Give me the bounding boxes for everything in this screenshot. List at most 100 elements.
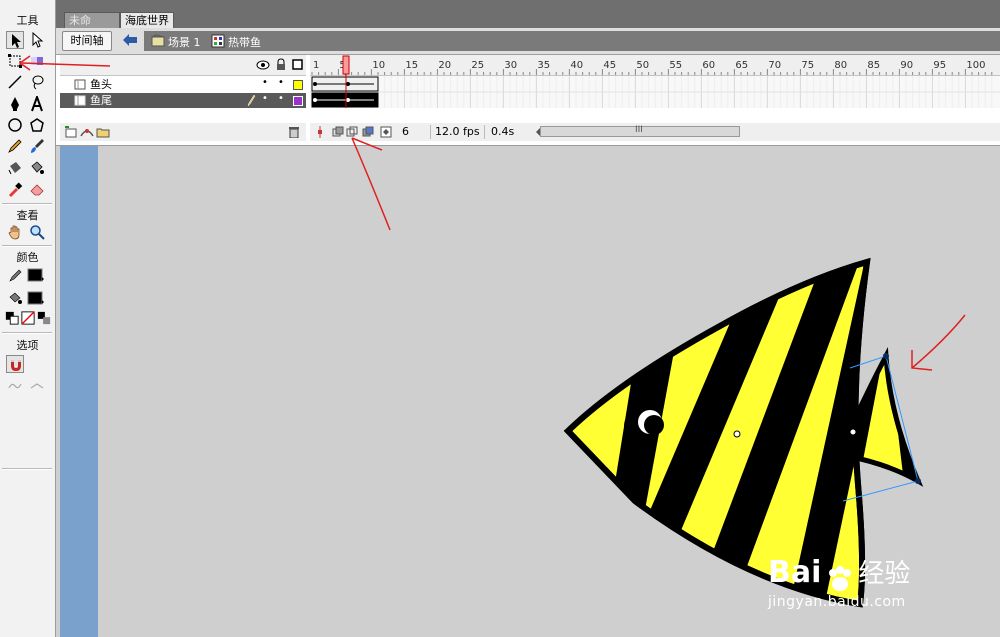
- ruler-tick-label: 35: [537, 60, 551, 71]
- outline-icon[interactable]: [292, 59, 303, 70]
- tools-title: 工具: [16, 14, 39, 27]
- pencil-edit-icon: [247, 94, 256, 107]
- stroke-color-pencil-icon: [6, 266, 24, 284]
- back-arrow-icon[interactable]: [120, 31, 140, 49]
- timeline-status-bar: 6 12.0 fps 0.4s III: [310, 123, 1000, 141]
- selection-tool-icon[interactable]: [6, 31, 24, 49]
- timeline-toggle-button[interactable]: 时间轴: [62, 31, 112, 51]
- modify-onion-markers-icon[interactable]: [380, 126, 392, 138]
- lasso-tool-icon[interactable]: [28, 73, 46, 91]
- pen-tool-icon[interactable]: [6, 95, 24, 113]
- edit-bar: 时间轴 场景 1 热带鱼: [56, 28, 1000, 55]
- lock-icon[interactable]: [276, 58, 286, 71]
- lock-dot[interactable]: •: [278, 75, 284, 90]
- no-color-icon[interactable]: [21, 311, 35, 325]
- breadcrumb: 场景 1 热带鱼: [144, 31, 1000, 51]
- oval-tool-icon[interactable]: [6, 116, 24, 134]
- ruler-tick-label: 15: [405, 60, 419, 71]
- document-tab-bar: 未命名-1* 海底世界*: [56, 0, 1000, 43]
- watermark-brand-cn: 经验: [858, 559, 911, 589]
- ruler-tick-label: 65: [735, 60, 749, 71]
- delete-layer-icon[interactable]: [288, 126, 300, 138]
- ruler-tick-label: 5: [339, 60, 346, 71]
- scrollbar-grip[interactable]: III: [635, 125, 643, 135]
- snap-to-objects-icon[interactable]: [6, 355, 24, 373]
- keyframe: [313, 98, 317, 102]
- polystar-tool-icon[interactable]: [28, 116, 46, 134]
- insert-layer-icon[interactable]: [64, 126, 78, 138]
- layer-header: [60, 55, 306, 76]
- layer-name[interactable]: 鱼头: [90, 77, 112, 92]
- timeline-panel: 鱼头 • • 鱼尾 • • 1 5 10 15 20 25 30 35 40 45 50 55 60 65…: [56, 55, 1000, 146]
- visibility-dot[interactable]: •: [262, 75, 268, 90]
- keyframe: [346, 98, 350, 102]
- subselection-tool-icon[interactable]: [28, 31, 46, 49]
- paint-bucket-tool-icon[interactable]: [28, 159, 46, 177]
- tab-untitled[interactable]: 未命名-1*: [64, 12, 120, 43]
- hand-tool-icon[interactable]: [6, 223, 24, 241]
- frame-rate[interactable]: 12.0 fps: [430, 125, 485, 139]
- frame-ruler[interactable]: 1 5 10 15 20 25 30 35 40 45 50 55 60 65 70 75 80 85 90 95 10…: [310, 55, 1000, 76]
- tools-separator: [2, 203, 52, 205]
- layer-controls: [60, 123, 306, 141]
- eyedropper-tool-icon[interactable]: [6, 180, 24, 198]
- ruler-tick-label: 55: [669, 60, 683, 71]
- ruler-tick-label: 85: [867, 60, 881, 71]
- text-tool-icon[interactable]: [28, 95, 46, 113]
- ruler-tick-label: 70: [768, 60, 782, 71]
- tools-separator: [2, 245, 52, 247]
- pencil-tool-icon[interactable]: [6, 137, 24, 155]
- layer-page-icon: [74, 79, 86, 90]
- eraser-tool-icon[interactable]: [28, 180, 46, 198]
- layer-name[interactable]: 鱼尾: [90, 93, 112, 108]
- insert-folder-icon[interactable]: [96, 126, 110, 138]
- frames-grid[interactable]: [310, 76, 1000, 108]
- eye-icon[interactable]: [256, 59, 270, 71]
- fill-color-swatch[interactable]: [26, 289, 46, 307]
- tab-ocean-world[interactable]: 海底世界*: [120, 12, 174, 43]
- tools-separator: [2, 332, 52, 334]
- breadcrumb-scene[interactable]: 场景 1: [168, 34, 201, 50]
- watermark-brand: Bai: [768, 555, 822, 590]
- edit-multiple-frames-icon[interactable]: [362, 126, 374, 138]
- smooth-icon[interactable]: [6, 377, 24, 395]
- ruler-tick-label: 50: [636, 60, 650, 71]
- ruler-tick-label: 75: [801, 60, 815, 71]
- add-motion-guide-icon[interactable]: [80, 126, 94, 138]
- visibility-dot[interactable]: •: [262, 91, 268, 106]
- center-frame-icon[interactable]: [314, 126, 326, 138]
- layer-row-tail[interactable]: 鱼尾 • •: [60, 93, 306, 108]
- gradient-transform-tool-icon[interactable]: [28, 52, 46, 70]
- line-tool-icon[interactable]: [6, 73, 24, 91]
- black-white-colors-icon[interactable]: [5, 311, 19, 325]
- onion-skin-icon[interactable]: [332, 126, 344, 138]
- ruler-tick-label: 1: [313, 60, 320, 71]
- swap-colors-icon[interactable]: [37, 311, 51, 325]
- layer-page-icon: [74, 95, 86, 106]
- watermark-logo: Bai 经验: [768, 553, 910, 594]
- ruler-tick-label: 10: [372, 60, 386, 71]
- ruler-tick-label: 45: [603, 60, 617, 71]
- keyframe: [313, 82, 317, 86]
- brush-tool-icon[interactable]: [28, 137, 46, 155]
- breadcrumb-symbol[interactable]: 热带鱼: [228, 34, 261, 50]
- layer-row-head[interactable]: 鱼头 • •: [60, 77, 306, 92]
- ink-bottle-tool-icon[interactable]: [6, 159, 24, 177]
- outline-color-swatch[interactable]: [293, 96, 303, 106]
- ruler-tick-label: 95: [933, 60, 947, 71]
- stroke-color-swatch[interactable]: [26, 266, 46, 284]
- keyframe: [346, 82, 350, 86]
- free-transform-tool-icon[interactable]: [6, 52, 24, 70]
- zoom-tool-icon[interactable]: [28, 223, 46, 241]
- view-title: 查看: [16, 209, 39, 222]
- timeline-scrollbar[interactable]: III: [540, 125, 740, 137]
- transform-center-point: [849, 428, 857, 436]
- frame-cells: [310, 76, 1000, 108]
- watermark-url: jingyan.baidu.com: [768, 594, 906, 610]
- onion-skin-outlines-icon[interactable]: [346, 126, 358, 138]
- lock-dot[interactable]: •: [278, 91, 284, 106]
- straighten-icon[interactable]: [28, 377, 46, 395]
- fill-color-bucket-icon: [6, 289, 24, 307]
- outline-color-swatch[interactable]: [293, 80, 303, 90]
- ruler-tick-label: 90: [900, 60, 914, 71]
